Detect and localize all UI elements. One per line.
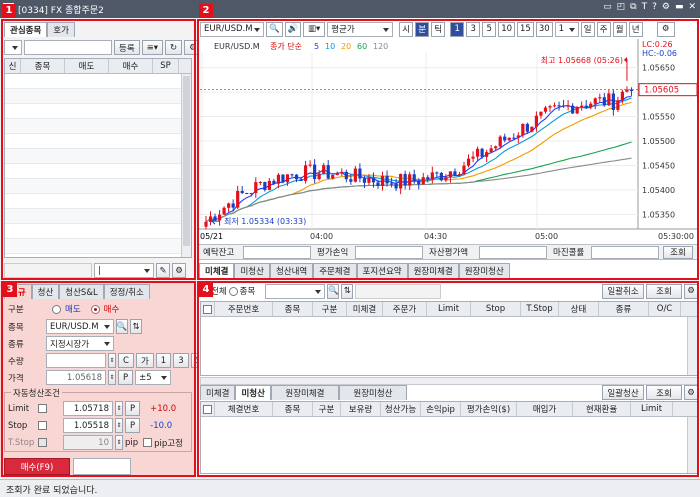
restore-icon[interactable]: ▭ — [603, 2, 612, 12]
section-3-outline — [1, 281, 196, 477]
status-message: 조회가 완료 되었습니다. — [6, 486, 98, 496]
help-icon[interactable]: ? — [652, 2, 657, 12]
section-4-outline — [197, 281, 699, 477]
minimize-icon[interactable]: ◰ — [617, 2, 626, 12]
window-title: [0334] FX 종합주문2 — [18, 6, 104, 16]
status-bar: 조회가 완료 되었습니다. — [0, 479, 700, 497]
section-2-outline — [197, 19, 699, 280]
marker-2: 2 — [199, 4, 213, 18]
font-icon[interactable]: T — [642, 2, 648, 12]
link-icon[interactable]: ⧉ — [630, 2, 636, 12]
settings-icon[interactable]: ⚙ — [662, 2, 670, 12]
close-icon[interactable]: ✕ — [688, 2, 696, 12]
marker-1: 1 — [2, 4, 16, 18]
section-1-outline — [1, 19, 196, 280]
pin-icon[interactable]: ▬ — [675, 2, 684, 12]
title-bar: [0334] FX 종합주문2 ▭ ◰ ⧉ T ? ⚙ ▬ ✕ — [0, 0, 700, 18]
marker-4: 4 — [199, 283, 213, 297]
marker-3: 3 — [3, 283, 17, 297]
